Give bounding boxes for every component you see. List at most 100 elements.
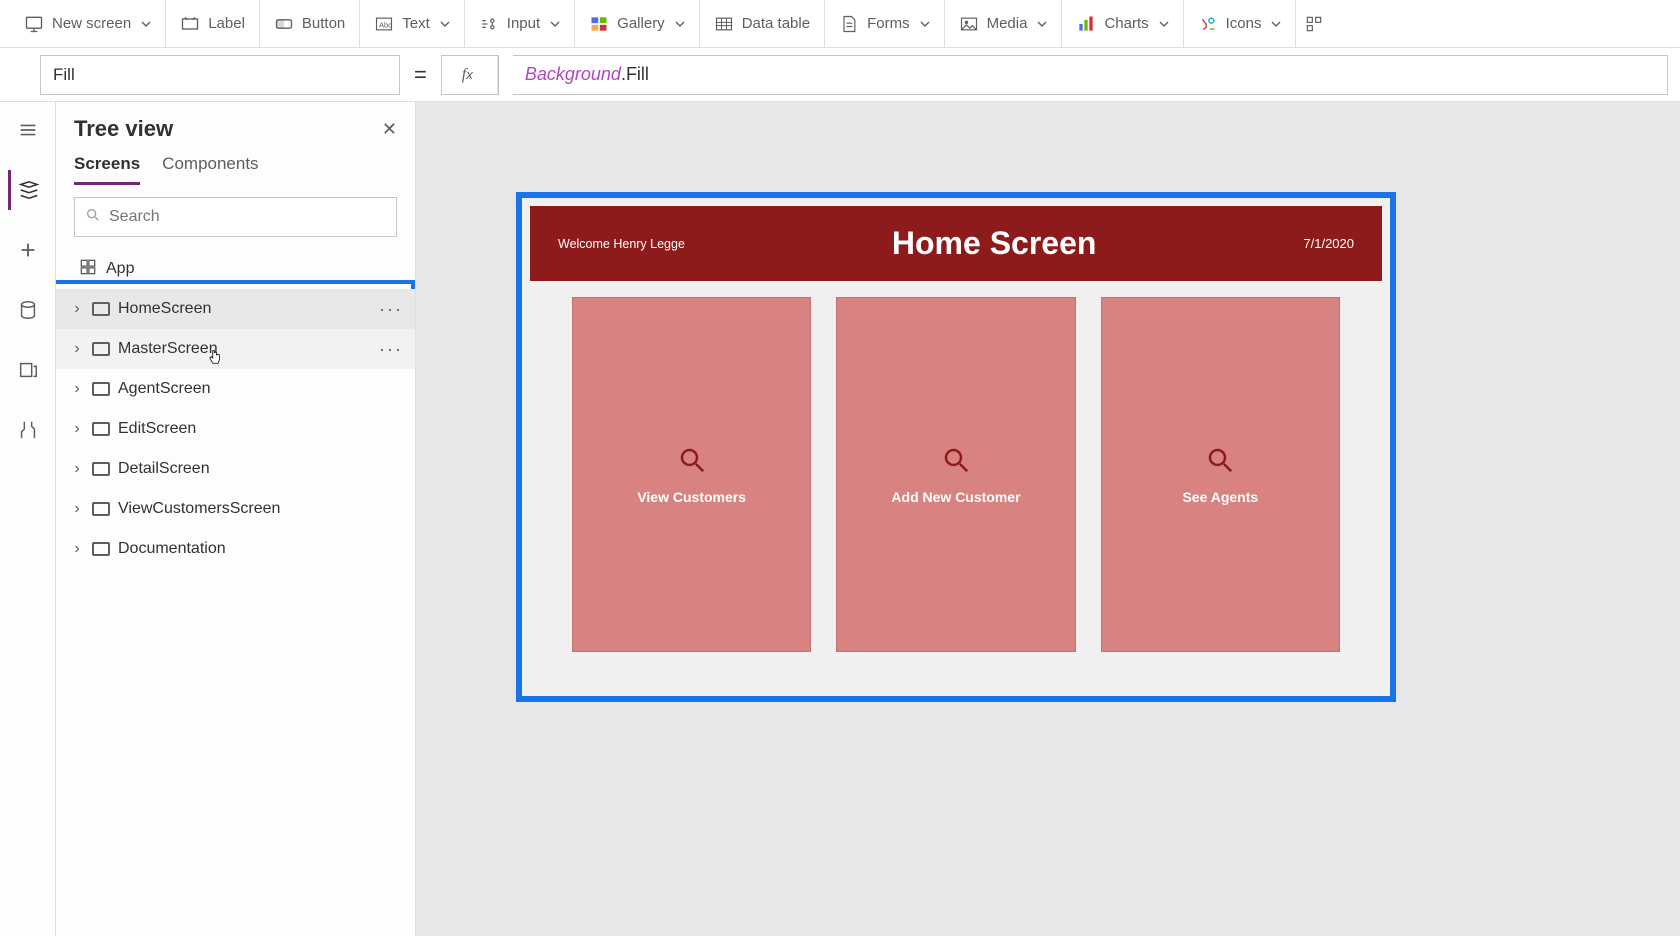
tree-item-documentation[interactable]: › Documentation bbox=[56, 529, 415, 569]
chevron-down-icon bbox=[440, 19, 450, 29]
tree-item-app[interactable]: App bbox=[56, 249, 415, 289]
fx-icon: fx bbox=[462, 66, 473, 84]
screen-icon bbox=[92, 542, 110, 556]
tree-item-editscreen[interactable]: › EditScreen bbox=[56, 409, 415, 449]
grid-icon bbox=[1304, 14, 1324, 34]
tree-item-masterscreen[interactable]: › MasterScreen ··· bbox=[56, 329, 415, 369]
chevron-right-icon[interactable]: › bbox=[70, 500, 84, 518]
search-icon bbox=[941, 445, 971, 475]
new-screen-label: New screen bbox=[52, 15, 131, 32]
property-selector[interactable]: Fill bbox=[40, 55, 400, 95]
tree-list: App › HomeScreen ··· › MasterScreen ··· … bbox=[56, 249, 415, 936]
charts-icon bbox=[1076, 14, 1096, 34]
formula-token-rest: .Fill bbox=[621, 64, 649, 85]
input-icon bbox=[479, 14, 499, 34]
charts-label: Charts bbox=[1104, 15, 1148, 32]
media-label: Media bbox=[987, 15, 1028, 32]
tree-item-homescreen[interactable]: › HomeScreen ··· bbox=[56, 289, 415, 329]
forms-label: Forms bbox=[867, 15, 910, 32]
card-see-agents[interactable]: See Agents bbox=[1101, 297, 1340, 652]
data-table-button[interactable]: Data table bbox=[700, 0, 825, 47]
new-screen-button[interactable]: New screen bbox=[10, 0, 166, 47]
tree-item-label: MasterScreen bbox=[118, 340, 218, 358]
formula-token-ref: Background bbox=[525, 64, 621, 85]
tree-item-label: EditScreen bbox=[118, 420, 196, 438]
gallery-icon bbox=[589, 14, 609, 34]
chevron-right-icon[interactable]: › bbox=[70, 460, 84, 478]
label-icon bbox=[180, 14, 200, 34]
home-header: Welcome Henry Legge Home Screen 7/1/2020 bbox=[530, 206, 1382, 281]
tree-item-detailscreen[interactable]: › DetailScreen bbox=[56, 449, 415, 489]
tree-view-title: Tree view bbox=[74, 116, 173, 142]
charts-button[interactable]: Charts bbox=[1062, 0, 1183, 47]
screen-icon bbox=[92, 422, 110, 436]
screen-homescreen[interactable]: Welcome Henry Legge Home Screen 7/1/2020… bbox=[516, 192, 1396, 702]
tree-search[interactable] bbox=[74, 197, 397, 237]
gallery-label: Gallery bbox=[617, 15, 665, 32]
forms-button[interactable]: Forms bbox=[825, 0, 945, 47]
icons-icon bbox=[1198, 14, 1218, 34]
fx-button[interactable]: fx bbox=[441, 55, 499, 95]
more-icon[interactable]: ··· bbox=[379, 299, 403, 320]
tree-item-agentscreen[interactable]: › AgentScreen bbox=[56, 369, 415, 409]
icons-button[interactable]: Icons bbox=[1184, 0, 1297, 47]
text-button[interactable]: Abc Text bbox=[360, 0, 465, 47]
data-table-icon bbox=[714, 14, 734, 34]
property-selector-value: Fill bbox=[53, 65, 75, 85]
insert-ribbon: New screen Label Button Abc Text Input G… bbox=[0, 0, 1680, 48]
search-icon bbox=[85, 207, 101, 228]
screen-icon bbox=[92, 342, 110, 356]
home-cards: View Customers Add New Customer See Agen… bbox=[522, 289, 1390, 660]
card-view-customers[interactable]: View Customers bbox=[572, 297, 811, 652]
tree-item-label: ViewCustomersScreen bbox=[118, 500, 280, 518]
insert-button[interactable] bbox=[8, 230, 48, 270]
chevron-right-icon[interactable]: › bbox=[70, 340, 84, 358]
label-button[interactable]: Label bbox=[166, 0, 260, 47]
tree-item-label: AgentScreen bbox=[118, 380, 211, 398]
tree-item-label: App bbox=[106, 260, 134, 278]
tab-screens[interactable]: Screens bbox=[74, 154, 140, 185]
hamburger-button[interactable] bbox=[8, 110, 48, 150]
chevron-right-icon[interactable]: › bbox=[70, 420, 84, 438]
close-icon[interactable]: ✕ bbox=[382, 119, 397, 140]
button-icon bbox=[274, 14, 294, 34]
tree-view-button[interactable] bbox=[8, 170, 48, 210]
chevron-right-icon[interactable]: › bbox=[70, 380, 84, 398]
tree-search-input[interactable] bbox=[109, 208, 386, 226]
forms-icon bbox=[839, 14, 859, 34]
input-label: Input bbox=[507, 15, 540, 32]
screen-icon bbox=[92, 462, 110, 476]
formula-input[interactable]: Background.Fill bbox=[513, 55, 1668, 95]
input-button[interactable]: Input bbox=[465, 0, 575, 47]
media-button[interactable]: Media bbox=[945, 0, 1063, 47]
left-rail bbox=[0, 102, 56, 936]
icons-label: Icons bbox=[1226, 15, 1262, 32]
chevron-down-icon bbox=[1271, 19, 1281, 29]
media-panel-button[interactable] bbox=[8, 350, 48, 390]
label-label: Label bbox=[208, 15, 245, 32]
header-date: 7/1/2020 bbox=[1303, 236, 1354, 251]
media-icon bbox=[959, 14, 979, 34]
text-icon: Abc bbox=[374, 14, 394, 34]
chevron-right-icon[interactable]: › bbox=[70, 300, 84, 318]
screen-icon bbox=[92, 502, 110, 516]
screen-icon bbox=[24, 14, 44, 34]
equals-sign: = bbox=[414, 62, 427, 88]
svg-text:Abc: Abc bbox=[379, 20, 392, 29]
gallery-button[interactable]: Gallery bbox=[575, 0, 700, 47]
screen-icon bbox=[92, 302, 110, 316]
advanced-tools-button[interactable] bbox=[8, 410, 48, 450]
tab-components[interactable]: Components bbox=[162, 154, 258, 185]
data-button[interactable] bbox=[8, 290, 48, 330]
more-ribbon-button[interactable] bbox=[1296, 0, 1332, 47]
card-add-new-customer[interactable]: Add New Customer bbox=[836, 297, 1075, 652]
tree-item-label: Documentation bbox=[118, 540, 226, 558]
card-label: Add New Customer bbox=[891, 489, 1020, 505]
design-canvas[interactable]: Welcome Henry Legge Home Screen 7/1/2020… bbox=[416, 102, 1680, 936]
chevron-down-icon bbox=[550, 19, 560, 29]
chevron-right-icon[interactable]: › bbox=[70, 540, 84, 558]
app-icon bbox=[78, 257, 98, 282]
more-icon[interactable]: ··· bbox=[379, 339, 403, 360]
tree-item-viewcustomersscreen[interactable]: › ViewCustomersScreen bbox=[56, 489, 415, 529]
button-button[interactable]: Button bbox=[260, 0, 360, 47]
